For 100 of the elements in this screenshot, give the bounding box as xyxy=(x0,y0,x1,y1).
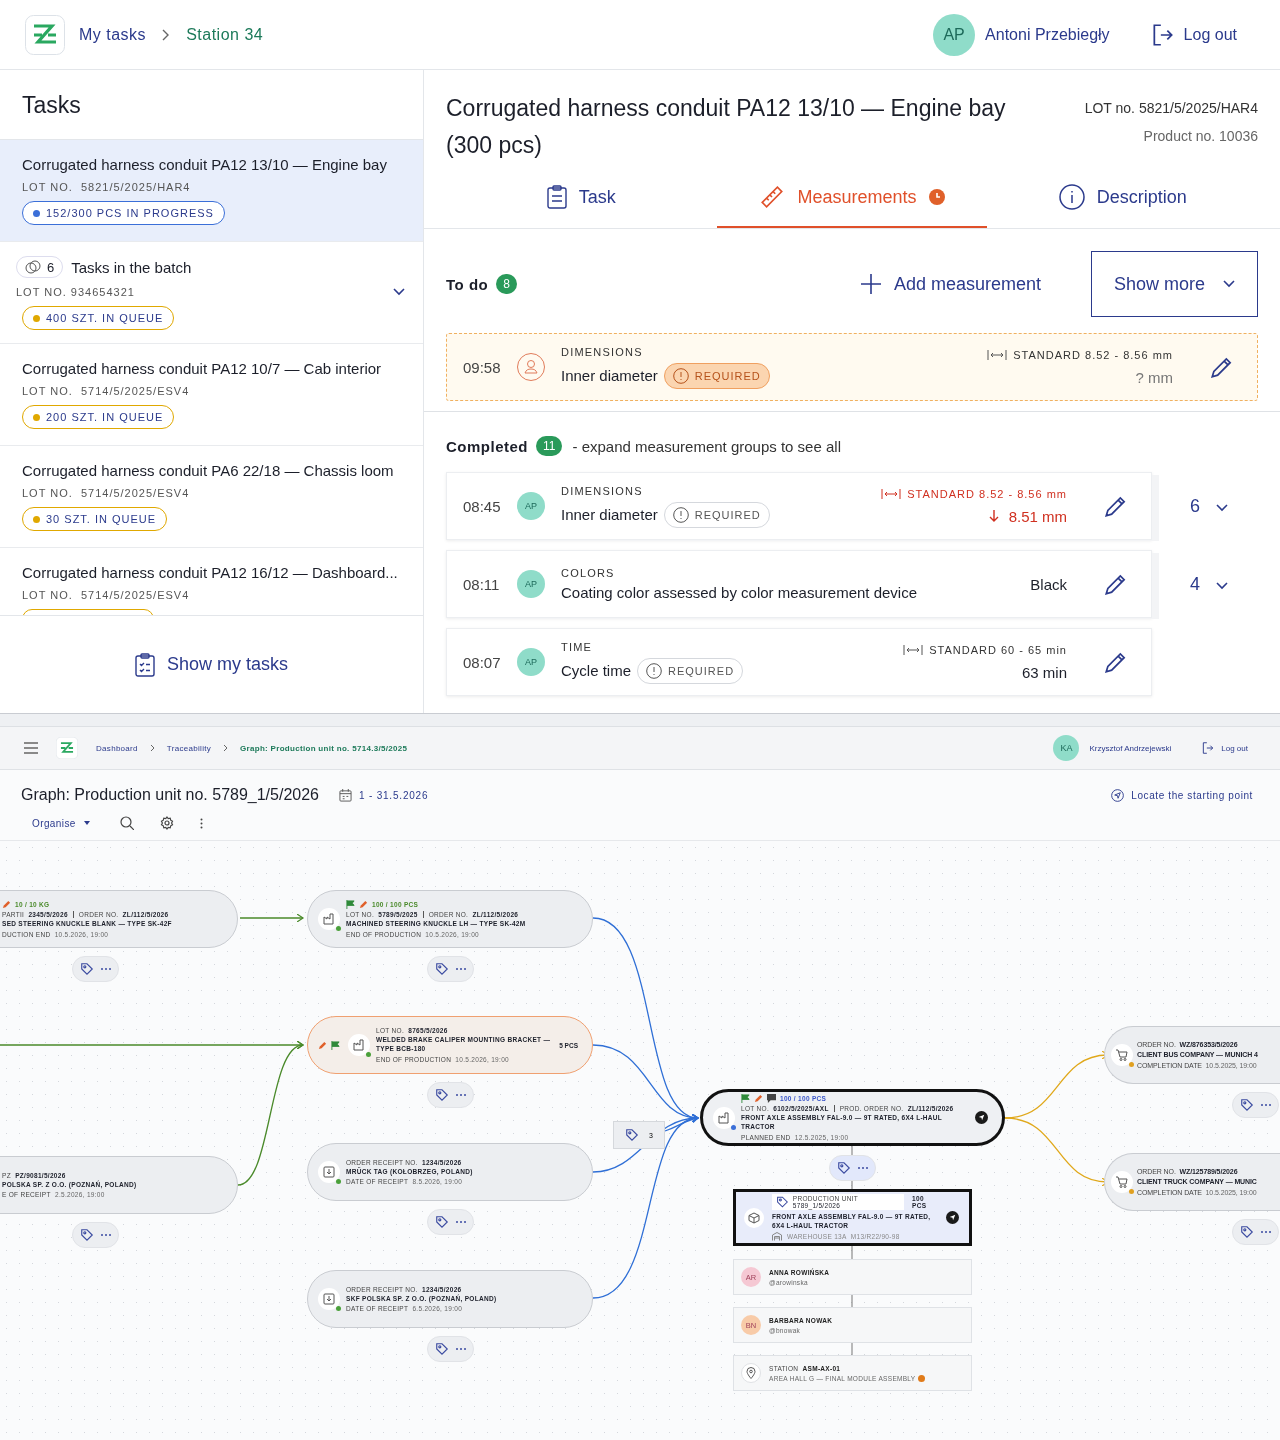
navigate-icon[interactable] xyxy=(946,1211,959,1224)
measurement-card[interactable]: 09:58 DIMENSIONS Inner diameter REQUIRED STANDARD 8.52 - 8.56 mm ? mm xyxy=(446,333,1258,401)
calendar-icon xyxy=(339,788,352,802)
tags-button[interactable] xyxy=(1232,1219,1279,1245)
tab[interactable]: Task xyxy=(446,168,717,228)
chevron-down-icon[interactable] xyxy=(1223,280,1235,288)
group-expand-button[interactable]: 6 xyxy=(1190,495,1228,517)
more-icon xyxy=(1259,1103,1272,1107)
chevron-down-icon[interactable] xyxy=(1216,581,1228,590)
alert-icon xyxy=(672,367,689,384)
product-number: Product no. 10036 xyxy=(1143,128,1258,144)
required-label: REQUIRED xyxy=(694,369,761,382)
tags-button[interactable] xyxy=(427,1209,474,1235)
tab[interactable]: Measurements xyxy=(716,168,988,228)
chevron-right-icon xyxy=(162,28,171,41)
lot-number: LOT NO. 934654321 xyxy=(16,286,135,298)
logout-button[interactable]: Log out xyxy=(1149,21,1237,48)
task-item[interactable]: Corrugated harness conduit PA12 13/10 — Engine bay LOT NO. 5821/5/2025/HAR4 152/300 PCS IN PROGRESS xyxy=(0,140,423,242)
menu-icon[interactable] xyxy=(24,742,38,754)
status-label: 152/300 PCS IN PROGRESS xyxy=(46,207,214,219)
measurement-name: Cycle time xyxy=(561,662,631,679)
user-avatar[interactable]: KA xyxy=(1053,735,1080,761)
range-icon xyxy=(903,644,924,655)
organise-dropdown[interactable]: Organise xyxy=(32,817,90,829)
breadcrumb-link[interactable]: My tasks xyxy=(79,25,147,44)
download-icon xyxy=(323,1293,335,1305)
measurement-card[interactable]: 08:07 AP TIME Cycle time REQUIRED STANDARD 60 - 65 min 63 min xyxy=(446,628,1152,696)
task-title: Corrugated harness conduit PA12 10/7 — Cab interior xyxy=(22,360,382,377)
more-vertical-icon[interactable] xyxy=(199,817,203,829)
lot-number: LOT NO. 5714/5/2025/ESV4 xyxy=(22,385,190,397)
more-icon xyxy=(1259,1230,1272,1234)
more-icon xyxy=(454,1093,467,1097)
count-badge: 8 xyxy=(496,274,517,294)
navigate-icon[interactable] xyxy=(975,1111,988,1124)
alert-icon xyxy=(672,506,689,523)
more-icon xyxy=(454,1220,467,1224)
add-measurement-button[interactable]: Add measurement xyxy=(859,273,1041,295)
task-item[interactable]: Corrugated harness conduit PA6 22/18 — Chassis loom LOT NO. 5714/5/2025/ESV4 30 SZT. IN QUEUE xyxy=(0,446,423,548)
lot-number: LOT NO. 5714/5/2025/ESV4 xyxy=(22,589,190,601)
measurement-group: DIMENSIONS xyxy=(561,484,882,497)
show-my-tasks-button[interactable]: Show my tasks xyxy=(134,652,288,677)
tags-button[interactable] xyxy=(427,1336,474,1362)
breadcrumb-link[interactable]: Dashboard xyxy=(96,743,138,753)
info-icon xyxy=(1058,184,1085,210)
tags-button[interactable] xyxy=(72,956,119,982)
measurement-time: 08:45 xyxy=(463,497,502,515)
chevron-down-icon[interactable] xyxy=(1216,503,1228,512)
more-icon xyxy=(856,1166,869,1170)
tags-button[interactable] xyxy=(427,1082,474,1108)
layers-icon xyxy=(25,259,41,275)
app-logo[interactable] xyxy=(56,737,78,759)
user-name[interactable]: Antoni Przebiegły xyxy=(985,25,1110,44)
group-expand-button[interactable]: 4 xyxy=(1190,573,1228,595)
section-title: Completed xyxy=(446,437,528,455)
chevron-right-icon xyxy=(149,744,155,752)
status-label: 400 SZT. IN QUEUE xyxy=(46,312,164,324)
lot-number: LOT NO. 5714/5/2025/ESV4 xyxy=(22,487,190,499)
task-title: Corrugated harness conduit PA12 16/12 — Dashboard... xyxy=(22,564,398,581)
tags-button[interactable] xyxy=(829,1155,876,1181)
breadcrumb-link[interactable]: Graph: Production unit no. 5714.3/5/2025 xyxy=(240,743,408,753)
box-icon xyxy=(748,1211,760,1224)
caret-icon xyxy=(83,821,90,825)
breadcrumb-link[interactable]: Station 34 xyxy=(186,25,264,44)
measurement-name: Inner diameter xyxy=(561,367,658,384)
tags-button[interactable] xyxy=(1232,1092,1279,1118)
alert-icon xyxy=(646,662,662,679)
breadcrumb-link[interactable]: Traceability xyxy=(166,743,212,753)
search-icon[interactable] xyxy=(119,816,134,830)
task-heading: Corrugated harness conduit PA12 13/10 — Engine bay (300 pcs) xyxy=(446,94,1007,160)
tag-icon xyxy=(776,1194,789,1209)
factory-icon xyxy=(353,1039,365,1051)
tag-icon xyxy=(434,962,449,976)
tab[interactable]: Description xyxy=(987,168,1258,228)
ruler-icon xyxy=(759,184,786,210)
tags-button[interactable] xyxy=(427,956,474,982)
user-avatar[interactable]: AP xyxy=(933,13,976,56)
measurement-name: Inner diameter xyxy=(561,506,658,523)
measurement-time: 08:11 xyxy=(463,575,501,593)
factory-icon xyxy=(323,913,335,925)
settings-icon[interactable] xyxy=(159,816,174,830)
chevron-down-icon[interactable] xyxy=(393,288,405,296)
location-pin-icon xyxy=(746,1367,756,1379)
task-item[interactable]: Corrugated harness conduit PA12 10/7 — Cab interior LOT NO. 5714/5/2025/ESV4 200 SZT. IN QUEUE xyxy=(0,344,423,446)
tags-button[interactable] xyxy=(72,1222,119,1248)
standard-range: STANDARD 8.52 - 8.56 mm xyxy=(1013,348,1173,361)
measurement-value: 63 min xyxy=(1021,663,1067,681)
tag-icon xyxy=(1239,1225,1254,1239)
date-range-button[interactable]: 1 - 31.5.2026 xyxy=(339,788,429,802)
app-logo[interactable] xyxy=(25,14,65,55)
task-item[interactable]: 6 Tasks in the batch LOT NO. 934654321 400 SZT. IN QUEUE xyxy=(0,242,423,344)
measurement-value: 8.51 mm xyxy=(1008,507,1067,525)
show-more-button[interactable]: Show more xyxy=(1090,251,1258,317)
locate-start-button[interactable]: Locate the starting point xyxy=(1111,788,1253,802)
cart-icon xyxy=(1116,1176,1128,1188)
task-item[interactable]: Corrugated harness conduit PA12 16/12 — Dashboard... LOT NO. 5714/5/2025/ESV4 xyxy=(0,548,423,615)
user-name[interactable]: Krzysztof Andrzejewski xyxy=(1089,743,1172,753)
measurement-value: ? mm xyxy=(1135,368,1173,386)
count-badge: 11 xyxy=(536,436,563,456)
logout-button[interactable]: Log out xyxy=(1201,741,1248,755)
lot-number: LOT NO. 5821/5/2025/HAR4 xyxy=(22,181,191,193)
